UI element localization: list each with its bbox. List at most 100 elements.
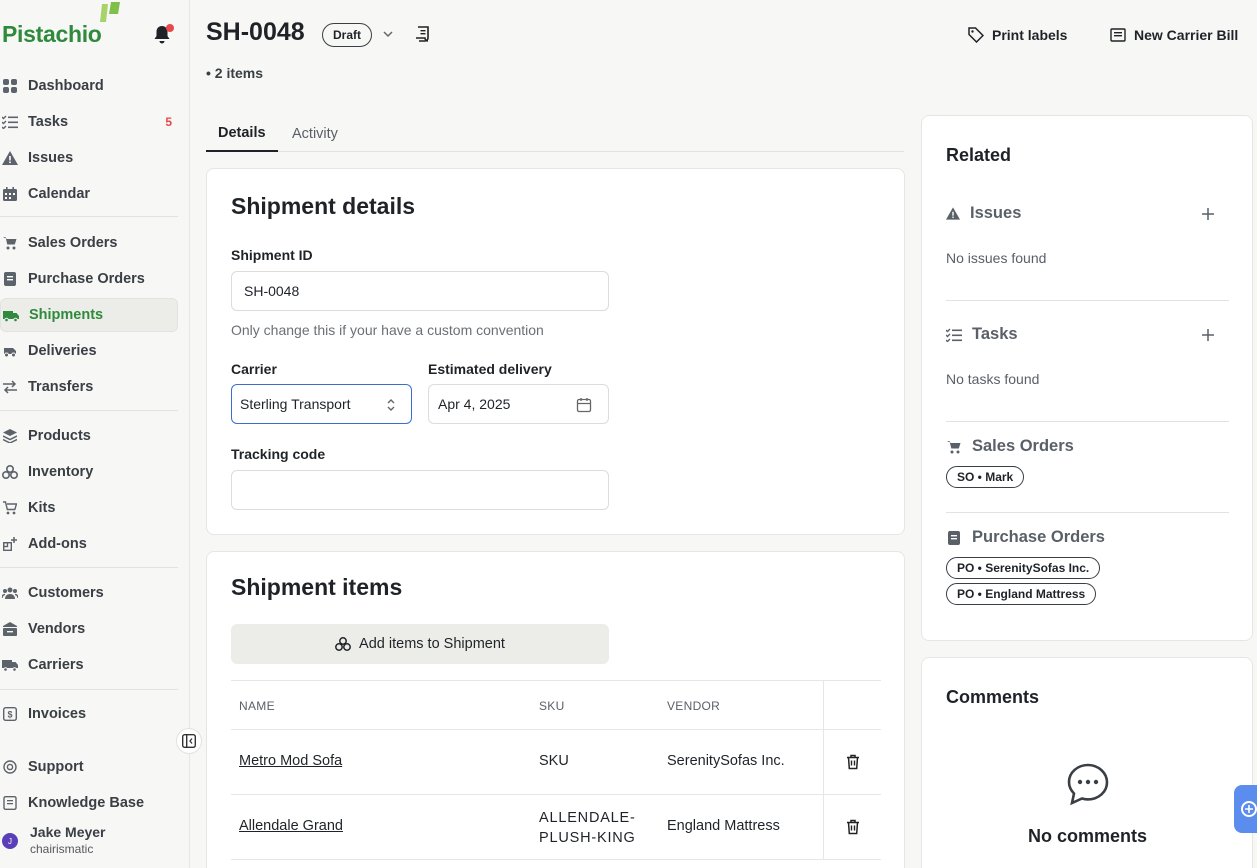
related-purchase-orders-header: Purchase Orders (946, 528, 1105, 547)
purchase-order-chip[interactable]: PO • SerenitySofas Inc. (946, 557, 1101, 579)
vendors-icon (2, 621, 18, 637)
section-divider (946, 300, 1229, 301)
sidebar-item-support[interactable]: Support (0, 750, 178, 784)
delivery-value: Apr 4, 2025 (438, 396, 511, 412)
sidebar-item-products[interactable]: Products (0, 419, 178, 453)
sales-order-chip[interactable]: SO • Mark (946, 466, 1025, 488)
sidebar-item-label: Products (28, 428, 91, 444)
sidebar-item-deliveries[interactable]: Deliveries (0, 334, 178, 368)
sidebar-item-label: Knowledge Base (28, 795, 145, 811)
item-name-link[interactable]: Allendale Grand (239, 818, 343, 834)
sidebar-toggle-icon (182, 734, 196, 748)
tab-details[interactable]: Details (206, 116, 278, 152)
tracking-code-input[interactable] (231, 470, 609, 510)
sidebar-item-label: Inventory (28, 464, 94, 480)
sidebar-item-label: Vendors (28, 621, 86, 637)
trash-icon[interactable] (845, 754, 861, 770)
item-sku: SKU (539, 753, 569, 769)
addons-icon (2, 536, 18, 552)
new-carrier-bill-button[interactable]: New Carrier Bill (1110, 24, 1238, 46)
card-title: Shipment details (231, 193, 416, 219)
shipment-items-card: Shipment items Add items to Shipment NAM… (206, 551, 905, 868)
chevron-down-icon[interactable] (381, 27, 395, 41)
receipt-icon (948, 530, 960, 545)
cart-outline-icon (2, 500, 18, 516)
sidebar-item-sales-orders[interactable]: Sales Orders (0, 226, 178, 260)
comments-title: Comments (946, 687, 1040, 707)
print-labels-button[interactable]: Print labels (968, 24, 1067, 46)
layers-icon (2, 428, 18, 444)
add-issue-icon[interactable] (1200, 206, 1216, 222)
tracking-label: Tracking code (231, 446, 326, 462)
delivery-label: Estimated delivery (428, 361, 552, 377)
sidebar-item-kits[interactable]: Kits (0, 491, 178, 525)
user-profile[interactable]: J Jake Meyer chairismatic (2, 824, 106, 856)
boxes-icon (2, 464, 18, 480)
related-tasks-header: Tasks (946, 325, 1018, 344)
customers-icon (2, 585, 18, 601)
status-badge[interactable]: Draft (322, 23, 373, 47)
related-title: Related (946, 145, 1012, 165)
collapse-sidebar-button[interactable] (176, 728, 202, 754)
tag-icon (968, 27, 984, 43)
no-comments-text: No comments (1027, 826, 1148, 846)
add-items-button[interactable]: Add items to Shipment (231, 624, 609, 664)
sidebar-divider (0, 567, 178, 568)
sidebar-item-carriers[interactable]: Carriers (0, 648, 178, 682)
sidebar-item-label: Issues (28, 150, 74, 166)
sidebar-divider (0, 689, 178, 690)
support-icon (2, 759, 18, 775)
sidebar-item-label: Sales Orders (28, 235, 118, 251)
shipment-id-input[interactable]: SH-0048 (231, 271, 609, 311)
sidebar-item-invoices[interactable]: $ Invoices (0, 697, 178, 731)
sidebar-item-vendors[interactable]: Vendors (0, 612, 178, 646)
sidebar-item-add-ons[interactable]: Add-ons (0, 527, 178, 561)
item-name-link[interactable]: Metro Mod Sofa (239, 753, 342, 769)
sidebar-item-transfers[interactable]: Transfers (0, 370, 178, 404)
add-task-icon[interactable] (1200, 327, 1216, 343)
item-sku: ALLENDALE- PLUSH-KING (539, 808, 636, 848)
tab-activity[interactable]: Activity (280, 116, 350, 152)
sku-line: ALLENDALE- (539, 810, 636, 826)
column-header-vendor: VENDOR (667, 699, 721, 713)
document-icon[interactable] (415, 25, 433, 43)
carrier-label: Carrier (231, 361, 277, 377)
sidebar-item-issues[interactable]: Issues (0, 141, 178, 175)
sidebar: Pistachio Dashboard Tasks 5 Issues Calen… (0, 0, 190, 868)
sidebar-item-dashboard[interactable]: Dashboard (0, 69, 178, 103)
sidebar-item-calendar[interactable]: Calendar (0, 177, 178, 211)
book-icon (2, 795, 18, 811)
sidebar-item-tasks[interactable]: Tasks 5 (0, 105, 178, 139)
bill-icon (1110, 28, 1126, 42)
sku-line: PLUSH-KING (539, 830, 636, 846)
sidebar-item-inventory[interactable]: Inventory (0, 455, 178, 489)
purchase-order-chip[interactable]: PO • England Mattress (946, 583, 1097, 605)
shipment-id-label: Shipment ID (231, 247, 313, 263)
sales-orders-label: Sales Orders (972, 437, 1074, 455)
carrier-value: Sterling Transport (240, 396, 351, 412)
logo-text: Pistachio (2, 21, 102, 47)
carrier-truck-icon (2, 657, 18, 673)
delivery-icon (2, 343, 18, 359)
print-labels-label: Print labels (992, 27, 1068, 43)
table-row: Metro Mod Sofa SKU SerenitySofas Inc. (231, 730, 881, 795)
sidebar-item-shipments[interactable]: Shipments (0, 298, 178, 332)
sidebar-item-label: Add-ons (28, 536, 87, 552)
sidebar-item-label: Shipments (29, 307, 104, 323)
related-card: Related Issues No issues found Tasks No … (921, 115, 1253, 641)
carrier-select[interactable]: Sterling Transport (231, 384, 412, 424)
sidebar-item-knowledge-base[interactable]: Knowledge Base (0, 786, 178, 820)
tasks-count-badge: 5 (165, 115, 172, 129)
help-widget-button[interactable] (1234, 785, 1257, 833)
dashboard-icon (2, 78, 18, 94)
calendar-icon[interactable] (576, 397, 592, 413)
sidebar-item-label: Purchase Orders (28, 271, 145, 287)
item-count: • 2 items (206, 65, 264, 81)
select-chevrons-icon (387, 399, 395, 411)
logo[interactable]: Pistachio (2, 8, 102, 48)
trash-icon[interactable] (845, 819, 861, 835)
comments-card: Comments No comments (921, 657, 1253, 868)
estimated-delivery-input[interactable]: Apr 4, 2025 (428, 384, 609, 424)
sidebar-item-customers[interactable]: Customers (0, 576, 178, 610)
sidebar-item-purchase-orders[interactable]: Purchase Orders (0, 262, 178, 296)
